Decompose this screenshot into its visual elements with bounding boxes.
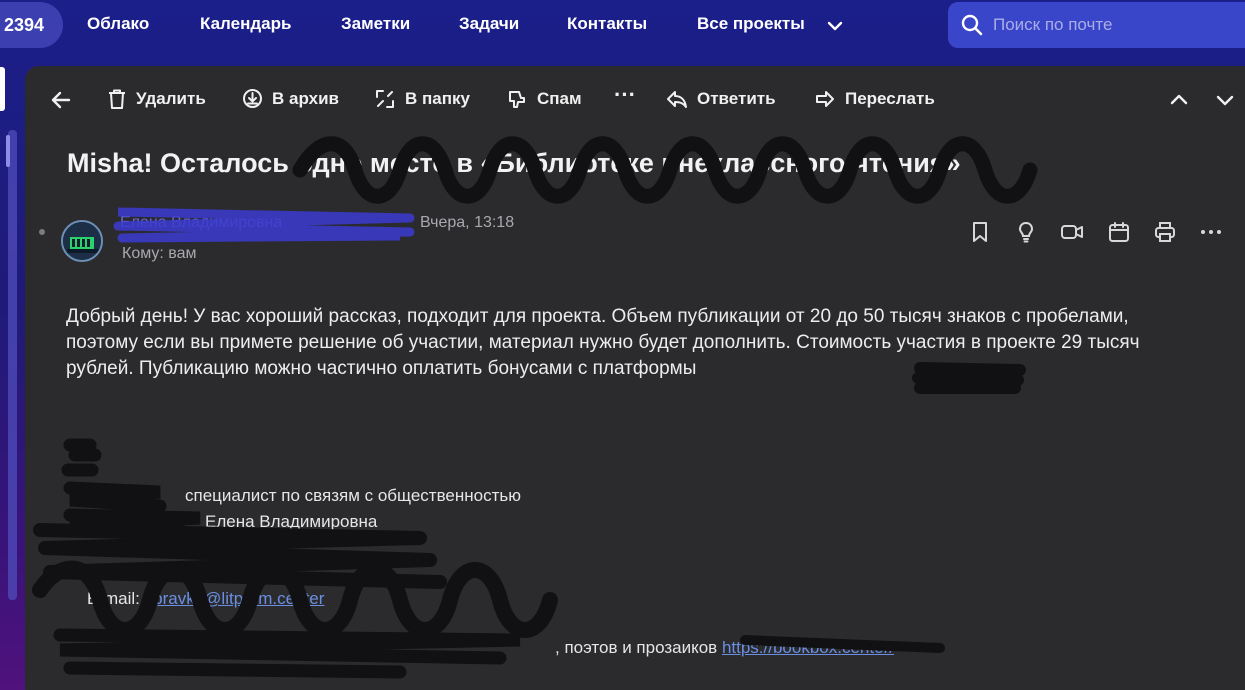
calendar-icon[interactable] xyxy=(1107,220,1131,244)
print-icon[interactable] xyxy=(1153,220,1177,244)
lightbulb-icon[interactable] xyxy=(1014,220,1038,244)
signature-email: E-mail: spravka@litprom.center xyxy=(87,589,324,609)
more-dots-icon: ··· xyxy=(614,82,636,107)
chevron-down-icon[interactable] xyxy=(826,17,844,35)
delete-button[interactable]: Удалить xyxy=(107,88,206,110)
nav-link-all-projects[interactable]: Все проекты xyxy=(697,14,805,34)
left-sidebar-indicator xyxy=(0,67,5,111)
bookmark-icon[interactable] xyxy=(968,220,992,244)
move-to-folder-label: В папку xyxy=(405,89,470,108)
back-arrow-icon[interactable] xyxy=(50,89,72,111)
archive-label: В архив xyxy=(272,88,339,108)
message-subject: Misha! Осталось одно место в «Библиотеке… xyxy=(67,148,961,178)
signature-association-text: , поэтов и прозаиков xyxy=(555,638,718,657)
top-nav: 2394 Облако Календарь Заметки Задачи Кон… xyxy=(0,0,1245,52)
avatar[interactable] xyxy=(61,220,103,262)
message-body: Добрый день! У вас хороший рассказ, подх… xyxy=(66,306,1140,379)
nav-link-tasks[interactable]: Задачи xyxy=(459,14,519,34)
signature-association-link[interactable]: https://bookbox.center/ xyxy=(722,638,894,657)
left-sidebar-thumb xyxy=(6,135,10,167)
move-to-folder-button[interactable]: В папку xyxy=(374,88,470,110)
chevron-up-icon[interactable] xyxy=(1169,90,1189,110)
reply-button[interactable]: Ответить xyxy=(666,88,776,110)
search-icon xyxy=(961,14,983,36)
nav-link-cloud[interactable]: Облако xyxy=(87,14,149,34)
message-toolbar: Удалить В архив В папку Спам ··· Ответит… xyxy=(25,66,1245,132)
more-actions-button[interactable]: ··· xyxy=(614,82,636,108)
spam-label: Спам xyxy=(537,89,582,108)
unread-indicator[interactable] xyxy=(39,229,45,235)
more-dots-icon[interactable] xyxy=(1199,220,1223,244)
archive-icon xyxy=(243,89,262,108)
signature-email-link[interactable]: spravka@litprom.center xyxy=(145,589,325,608)
spam-thumb-icon xyxy=(509,91,525,108)
nav-link-contacts[interactable]: Контакты xyxy=(567,14,647,34)
forward-icon xyxy=(816,91,834,107)
signature-email-label: E-mail: xyxy=(87,589,140,608)
sender-logo-icon xyxy=(63,222,101,260)
signature-name: Елена Владимировна xyxy=(205,512,378,531)
sender-name[interactable]: Елена Владимировна xyxy=(120,214,282,232)
signature-association: , поэтов и прозаиков https://bookbox.cen… xyxy=(555,638,894,658)
nav-link-notes[interactable]: Заметки xyxy=(341,14,410,34)
signature-role: специалист по связям с общественностью xyxy=(185,486,521,505)
mail-search[interactable] xyxy=(948,2,1245,48)
reply-label: Ответить xyxy=(697,89,776,108)
chevron-down-icon[interactable] xyxy=(1215,90,1235,110)
mail-counter-badge[interactable]: 2394 xyxy=(0,2,63,48)
left-sidebar-scroll[interactable] xyxy=(8,130,17,600)
forward-button[interactable]: Переслать xyxy=(814,88,935,110)
message-panel: Удалить В архив В папку Спам ··· Ответит… xyxy=(25,66,1245,690)
recipient-line[interactable]: Кому: вам xyxy=(122,245,197,263)
trash-icon xyxy=(109,89,125,109)
search-input[interactable] xyxy=(993,15,1223,35)
nav-link-calendar[interactable]: Календарь xyxy=(200,14,291,34)
video-call-icon[interactable] xyxy=(1060,220,1084,244)
reply-icon xyxy=(667,91,687,108)
forward-label: Переслать xyxy=(845,89,935,108)
spam-button[interactable]: Спам xyxy=(506,88,582,110)
delete-label: Удалить xyxy=(136,89,206,108)
archive-button[interactable]: В архив xyxy=(242,88,339,109)
move-folder-icon xyxy=(376,90,394,108)
message-date: Вчера, 13:18 xyxy=(420,214,515,231)
